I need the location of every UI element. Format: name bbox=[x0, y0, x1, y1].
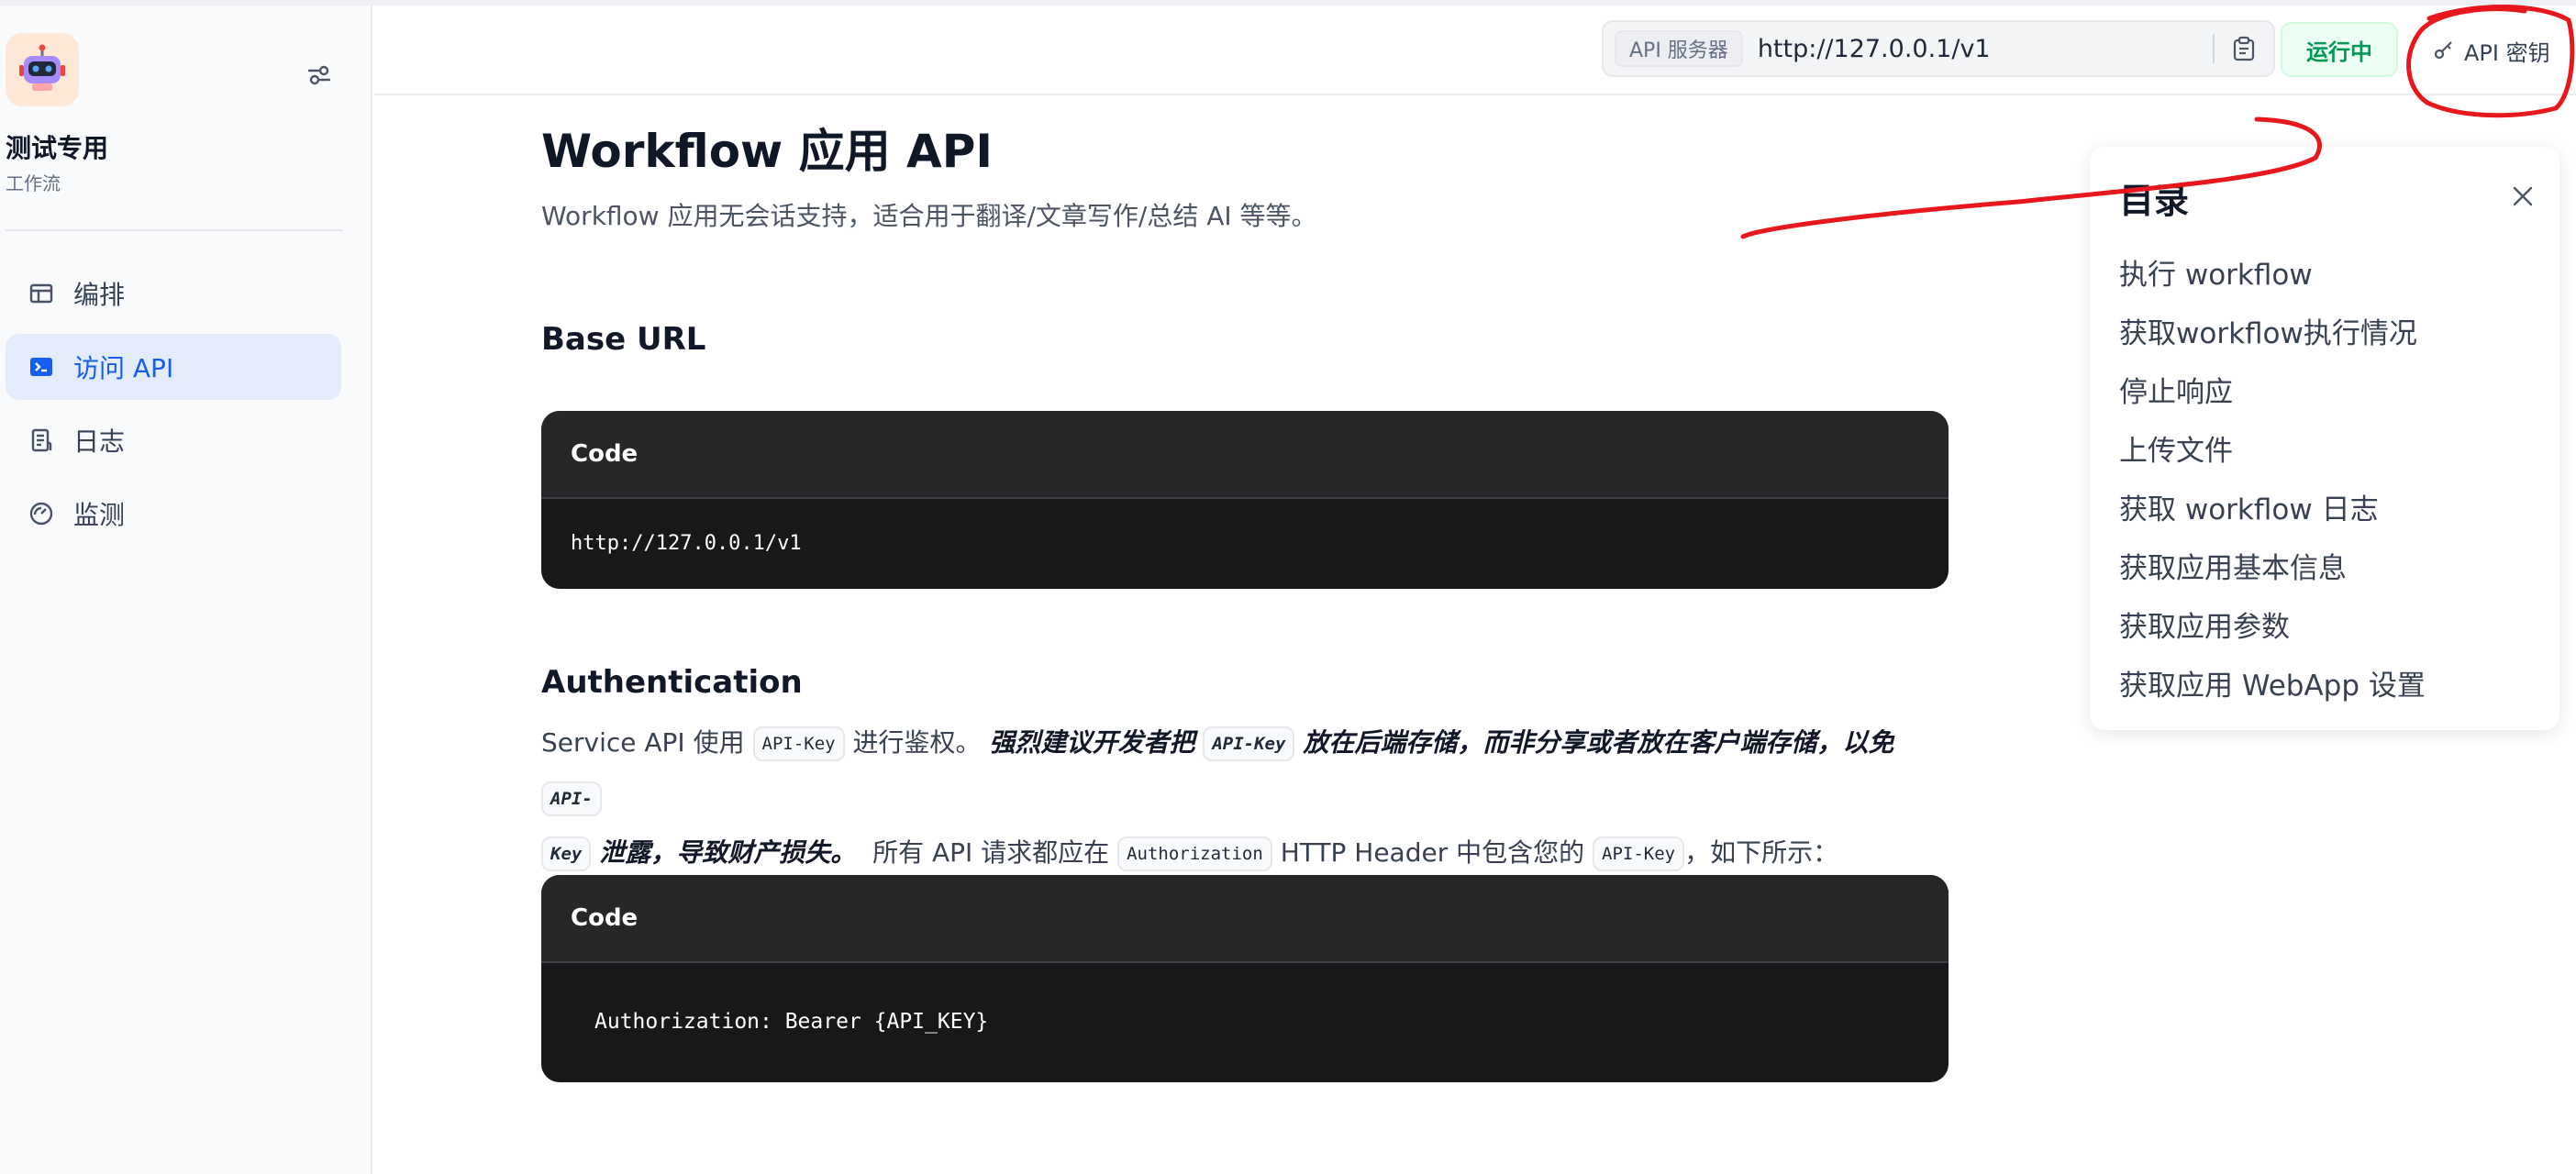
sidebar-nav: 编排 访问 API 日志 监测 bbox=[6, 260, 341, 554]
code-chip-api-key: API-Key bbox=[1203, 726, 1295, 761]
sidebar-item-label: 编排 bbox=[73, 280, 126, 310]
api-server-tag: API 服务器 bbox=[1615, 30, 1743, 67]
sidebar-item-label: 日志 bbox=[73, 426, 126, 457]
sidebar: 测试专用 工作流 编排 访问 API 日志 监测 bbox=[0, 6, 372, 1174]
terminal-icon bbox=[28, 353, 55, 381]
code-text: Authorization: Bearer {API_KEY} bbox=[594, 1010, 989, 1034]
code-chip-authorization: Authorization bbox=[1117, 836, 1272, 871]
status-badge: 运行中 bbox=[2281, 22, 2398, 77]
code-chip-api-key: API-Key bbox=[752, 726, 845, 761]
app-robot-icon bbox=[6, 33, 79, 106]
code-chip-api-key: API-Key bbox=[1593, 836, 1685, 871]
close-icon[interactable] bbox=[2503, 176, 2543, 216]
page-title: Workflow 应用 API bbox=[541, 125, 993, 178]
top-header: API 服务器 http://127.0.0.1/v1 运行中 API 密钥 bbox=[374, 6, 2576, 95]
auth-text: ，如下所示： bbox=[1684, 837, 1839, 868]
auth-warning: 放在后端存储，而非分享或者放在客户端存储，以免 bbox=[1303, 727, 1894, 758]
auth-text: HTTP Header 中包含您的 bbox=[1280, 837, 1585, 868]
toc-item[interactable]: 获取 workflow 日志 bbox=[2119, 481, 2426, 539]
clipboard-icon[interactable] bbox=[2215, 21, 2273, 76]
auth-text: 所有 API 请求都应在 bbox=[872, 837, 1110, 868]
layout-icon bbox=[28, 280, 55, 307]
app-settings-icon[interactable] bbox=[303, 59, 336, 92]
code-block-label: Code bbox=[541, 411, 1949, 499]
sidebar-item-orchestrate[interactable]: 编排 bbox=[6, 260, 341, 327]
app-type: 工作流 bbox=[6, 172, 61, 194]
api-doc-content: Workflow 应用 API Workflow 应用无会话支持，适合用于翻译/… bbox=[541, 119, 1954, 1082]
toc-item[interactable]: 获取应用 WebApp 设置 bbox=[2119, 657, 2426, 715]
toc-item[interactable]: 上传文件 bbox=[2119, 422, 2426, 481]
toc-list: 执行 workflow 获取workflow执行情况 停止响应 上传文件 获取 … bbox=[2119, 246, 2426, 715]
code-chip-api-key-split: API- bbox=[541, 781, 602, 816]
toc-panel: 目录 执行 workflow 获取workflow执行情况 停止响应 上传文件 … bbox=[2090, 147, 2559, 730]
toc-item[interactable]: 执行 workflow bbox=[2119, 246, 2426, 305]
code-block-label: Code bbox=[541, 875, 1949, 963]
api-server-url[interactable]: http://127.0.0.1/v1 bbox=[1758, 35, 2213, 63]
toc-item[interactable]: 停止响应 bbox=[2119, 363, 2426, 422]
api-key-button[interactable]: API 密钥 bbox=[2433, 28, 2550, 73]
auth-warning: 泄露，导致财产损失。 bbox=[599, 837, 857, 868]
sidebar-item-monitor[interactable]: 监测 bbox=[6, 481, 341, 547]
sidebar-item-logs[interactable]: 日志 bbox=[6, 407, 341, 473]
sidebar-item-label: 访问 API bbox=[73, 353, 174, 383]
toc-item[interactable]: 获取应用基本信息 bbox=[2119, 539, 2426, 598]
gauge-icon bbox=[28, 500, 55, 527]
auth-text: 进行鉴权。 bbox=[852, 727, 982, 758]
code-text: http://127.0.0.1/v1 bbox=[571, 531, 802, 555]
toc-item[interactable]: 获取workflow执行情况 bbox=[2119, 305, 2426, 363]
code-block-base-url: Code http://127.0.0.1/v1 bbox=[541, 411, 1949, 589]
auth-text: Service API 使用 bbox=[541, 727, 745, 758]
api-key-label: API 密钥 bbox=[2464, 39, 2550, 66]
sidebar-divider bbox=[6, 229, 343, 231]
key-icon bbox=[2433, 39, 2457, 62]
page-subtitle: Workflow 应用无会话支持，适合用于翻译/文章写作/总结 AI 等等。 bbox=[541, 201, 1317, 231]
auth-warning: 强烈建议开发者把 bbox=[989, 727, 1195, 758]
document-icon bbox=[28, 426, 55, 454]
sidebar-item-label: 监测 bbox=[73, 500, 126, 530]
code-block-authorization: Code Authorization: Bearer {API_KEY} bbox=[541, 875, 1949, 1082]
api-server-box: API 服务器 http://127.0.0.1/v1 bbox=[1602, 20, 2275, 77]
code-chip-api-key-split: Key bbox=[541, 836, 592, 871]
sidebar-item-api-access[interactable]: 访问 API bbox=[6, 334, 341, 400]
toc-title: 目录 bbox=[2119, 181, 2190, 221]
section-heading-authentication: Authentication bbox=[541, 664, 803, 701]
auth-paragraph: Service API 使用 API-Key 进行鉴权。 强烈建议开发者把 AP… bbox=[541, 715, 1949, 880]
toc-item[interactable]: 获取应用参数 bbox=[2119, 598, 2426, 657]
app-name: 测试专用 bbox=[6, 133, 109, 163]
section-heading-base-url: Base URL bbox=[541, 321, 706, 358]
